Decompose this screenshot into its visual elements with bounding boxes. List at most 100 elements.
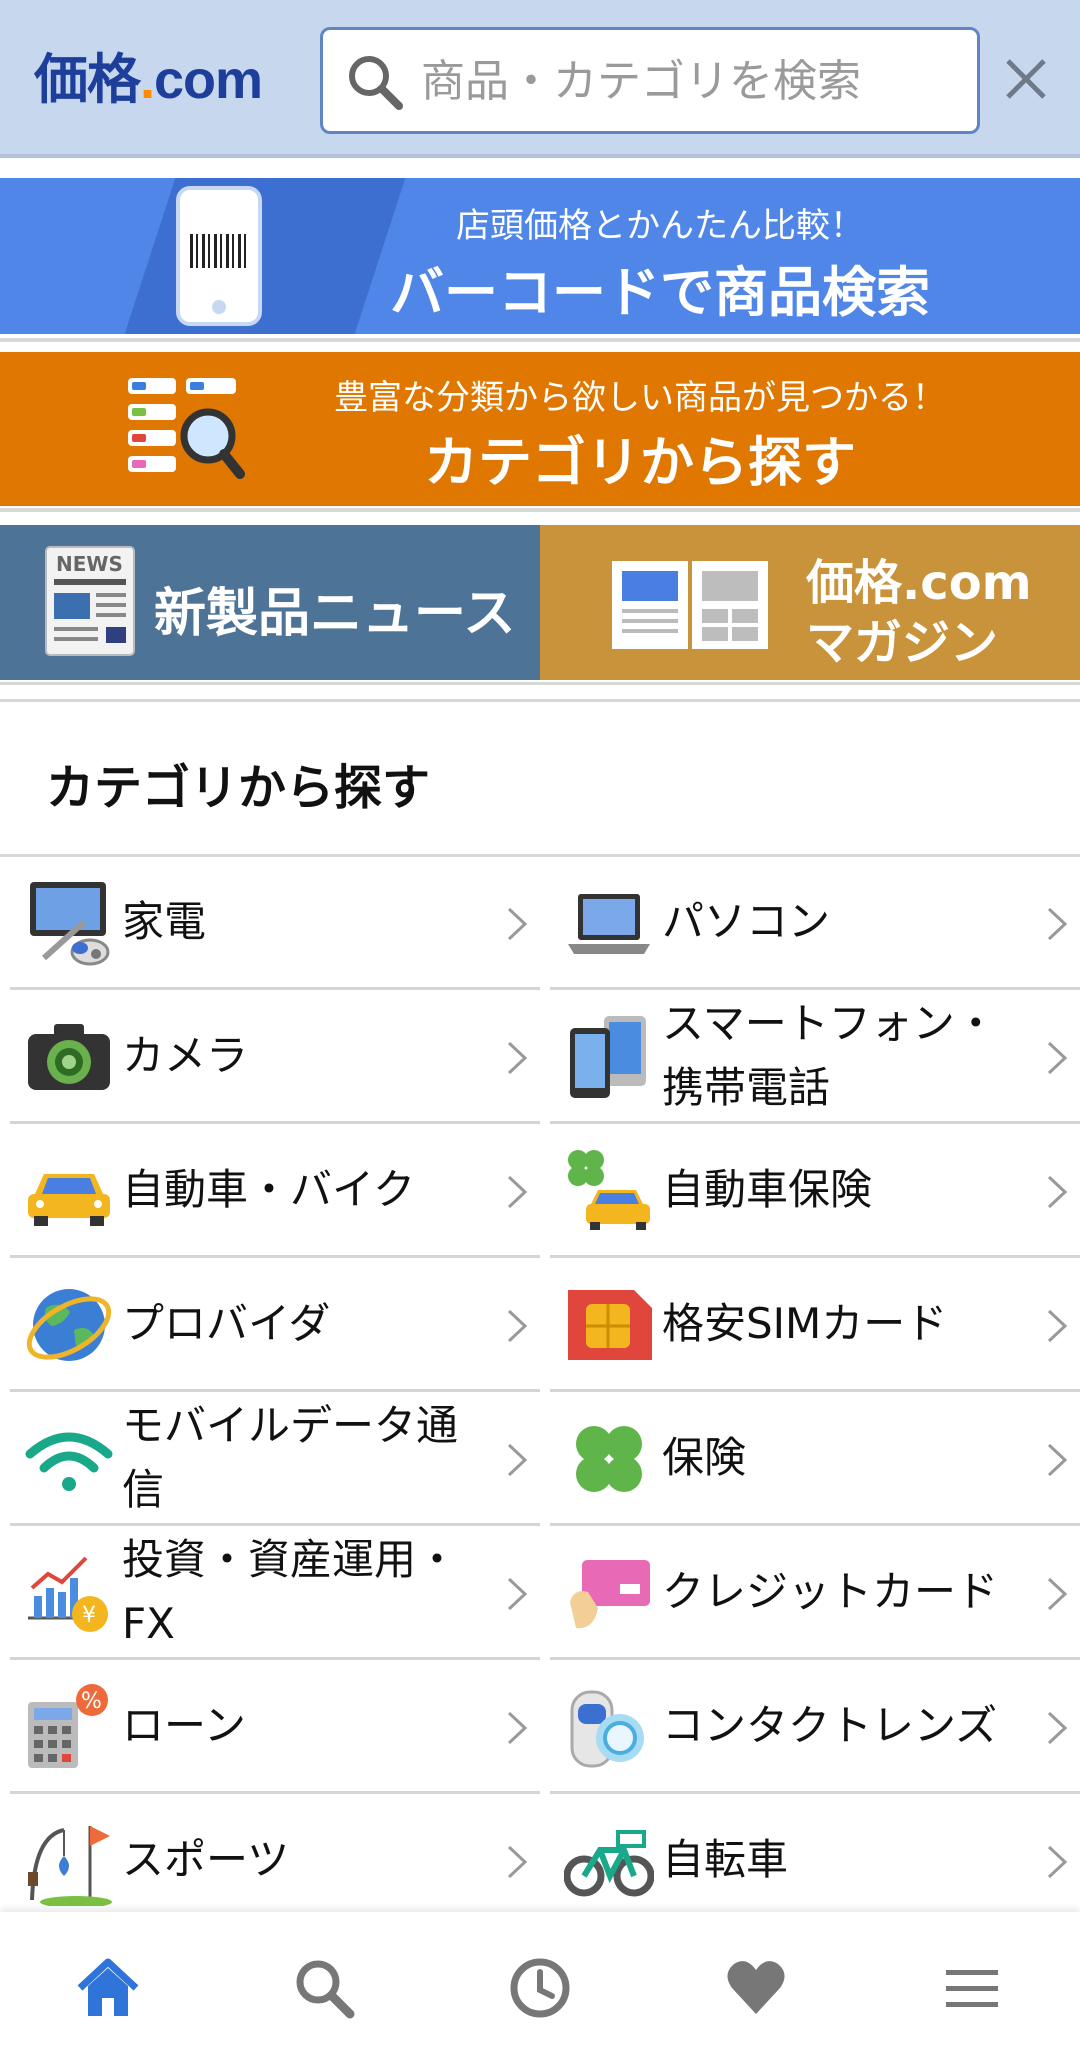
svg-text:¥: ¥ (82, 1603, 96, 1628)
category-item-car-insurance[interactable]: 自動車保険 (550, 1124, 1080, 1258)
category-label: クレジットカード (662, 1566, 999, 1616)
search-icon (349, 56, 403, 110)
category-label: スポーツ (122, 1834, 290, 1884)
contact-lens-icon (570, 1690, 644, 1768)
category-item-credit-card[interactable]: クレジットカード (550, 1526, 1080, 1660)
category-label: プロバイダ (122, 1298, 331, 1348)
category-label: パソコン (662, 896, 831, 946)
menu-icon[interactable] (940, 1956, 1004, 2020)
sim-card-icon (568, 1290, 652, 1360)
barcode-search-banner[interactable]: 店頭価格とかんたん比較！ バーコードで商品検索 (0, 178, 1080, 334)
category-label: ローン (122, 1700, 246, 1750)
logo-dot: . (140, 50, 155, 110)
category-banner-title: カテゴリから探す (424, 431, 856, 494)
search-box[interactable] (320, 27, 980, 134)
globe-icon (26, 1289, 112, 1361)
chevron-right-icon (1047, 1041, 1068, 1075)
category-item-kaden[interactable]: 家電 (10, 856, 540, 990)
chevron-right-icon (507, 1577, 528, 1611)
svg-text:%: % (81, 1689, 102, 1714)
category-label: 自動車保険 (662, 1164, 873, 1214)
news-banner-label: 新製品ニュース (154, 584, 516, 644)
category-item-pc[interactable]: パソコン (550, 856, 1080, 990)
category-item-insurance[interactable]: 保険 (550, 1392, 1080, 1526)
category-item-bicycle[interactable]: 自転車 (550, 1794, 1080, 1928)
chevron-right-icon (507, 1041, 528, 1075)
kakaku-logo[interactable]: 価格.com (34, 50, 263, 110)
clover-icon (576, 1426, 642, 1492)
chevron-right-icon (1047, 1845, 1068, 1879)
category-label: 格安SIMカード (662, 1298, 948, 1348)
chevron-right-icon (1047, 1577, 1068, 1611)
chevron-right-icon (1047, 1711, 1068, 1745)
barcode-banner-subtitle: 店頭価格とかんたん比較！ (456, 206, 864, 246)
kakaku-magazine-banner[interactable]: 価格.com マガジン (540, 525, 1080, 680)
category-item-car[interactable]: 自動車・バイク (10, 1124, 540, 1258)
laptop-icon (568, 894, 650, 954)
chevron-right-icon (507, 1443, 528, 1477)
search-icon[interactable] (292, 1956, 356, 2020)
logo-main-text: 価格 (34, 50, 141, 110)
magazine-banner-line2: マガジン (806, 615, 999, 671)
category-item-camera[interactable]: カメラ (10, 990, 540, 1124)
category-label: モバイルデータ通信 (122, 1400, 459, 1514)
bicycle-icon (564, 1830, 654, 1897)
calculator-icon: % (28, 1684, 108, 1768)
chevron-right-icon (507, 907, 528, 941)
category-item-sim[interactable]: 格安SIMカード (550, 1258, 1080, 1392)
investment-icon: ¥ (28, 1556, 108, 1632)
category-label: スマートフォン・携帯電話 (662, 998, 997, 1112)
new-product-news-banner[interactable]: NEWS 新製品ニュース (0, 525, 540, 680)
category-label: 自動車・バイク (122, 1164, 416, 1214)
divider (0, 508, 1080, 512)
category-label: 保険 (662, 1432, 747, 1482)
phone-button-icon (212, 300, 226, 314)
bottom-tab-bar (0, 1912, 1080, 2065)
chevron-right-icon (507, 1175, 528, 1209)
category-search-banner[interactable]: 豊富な分類から欲しい商品が見つかる！ カテゴリから探す (0, 352, 1080, 506)
vacuum-monitor-icon (30, 882, 110, 966)
category-list-search-icon (128, 378, 245, 479)
newspaper-icon: NEWS (45, 546, 135, 656)
car-icon (28, 1174, 110, 1226)
category-banner-subtitle: 豊富な分類から欲しい商品が見つかる！ (334, 378, 946, 418)
barcode-phone-icon (176, 186, 262, 326)
category-label: カメラ (122, 1030, 249, 1080)
close-icon[interactable] (1003, 56, 1049, 102)
camera-icon (28, 1024, 110, 1090)
car-insurance-icon (568, 1150, 650, 1230)
home-icon[interactable] (76, 1956, 140, 2020)
chevron-right-icon (507, 1711, 528, 1745)
chevron-right-icon (507, 1845, 528, 1879)
category-item-sports[interactable]: スポーツ (10, 1794, 540, 1928)
history-icon[interactable] (508, 1956, 572, 2020)
chevron-right-icon (1047, 1175, 1068, 1209)
chevron-right-icon (507, 1309, 528, 1343)
smartphone-icon (570, 1016, 646, 1098)
category-label: コンタクトレンズ (662, 1700, 998, 1750)
favorite-icon[interactable] (724, 1956, 788, 2020)
search-input[interactable] (419, 48, 963, 114)
divider (0, 338, 1080, 342)
category-label: 自転車 (662, 1834, 789, 1884)
barcode-icon (190, 234, 248, 268)
category-item-investment[interactable]: ¥ 投資・資産運用・FX (10, 1526, 540, 1660)
chevron-right-icon (1047, 1443, 1068, 1477)
divider (0, 682, 1080, 702)
category-item-smartphone[interactable]: スマートフォン・携帯電話 (550, 990, 1080, 1124)
category-item-provider[interactable]: プロバイダ (10, 1258, 540, 1392)
sports-icon (28, 1826, 112, 1906)
credit-card-icon (570, 1560, 650, 1629)
header: 価格.com (0, 0, 1080, 158)
section-title: カテゴリから探す (46, 760, 431, 816)
chevron-right-icon (1047, 1309, 1068, 1343)
category-item-contact-lens[interactable]: コンタクトレンズ (550, 1660, 1080, 1794)
category-item-loan[interactable]: % ローン (10, 1660, 540, 1794)
chevron-right-icon (1047, 907, 1068, 941)
magazine-icon (612, 561, 768, 649)
barcode-banner-title: バーコードで商品検索 (390, 261, 930, 324)
svg-text:NEWS: NEWS (56, 552, 123, 576)
category-label: 家電 (122, 896, 207, 946)
category-item-mobile-data[interactable]: モバイルデータ通信 (10, 1392, 540, 1526)
category-label: 投資・資産運用・FX (122, 1534, 459, 1648)
